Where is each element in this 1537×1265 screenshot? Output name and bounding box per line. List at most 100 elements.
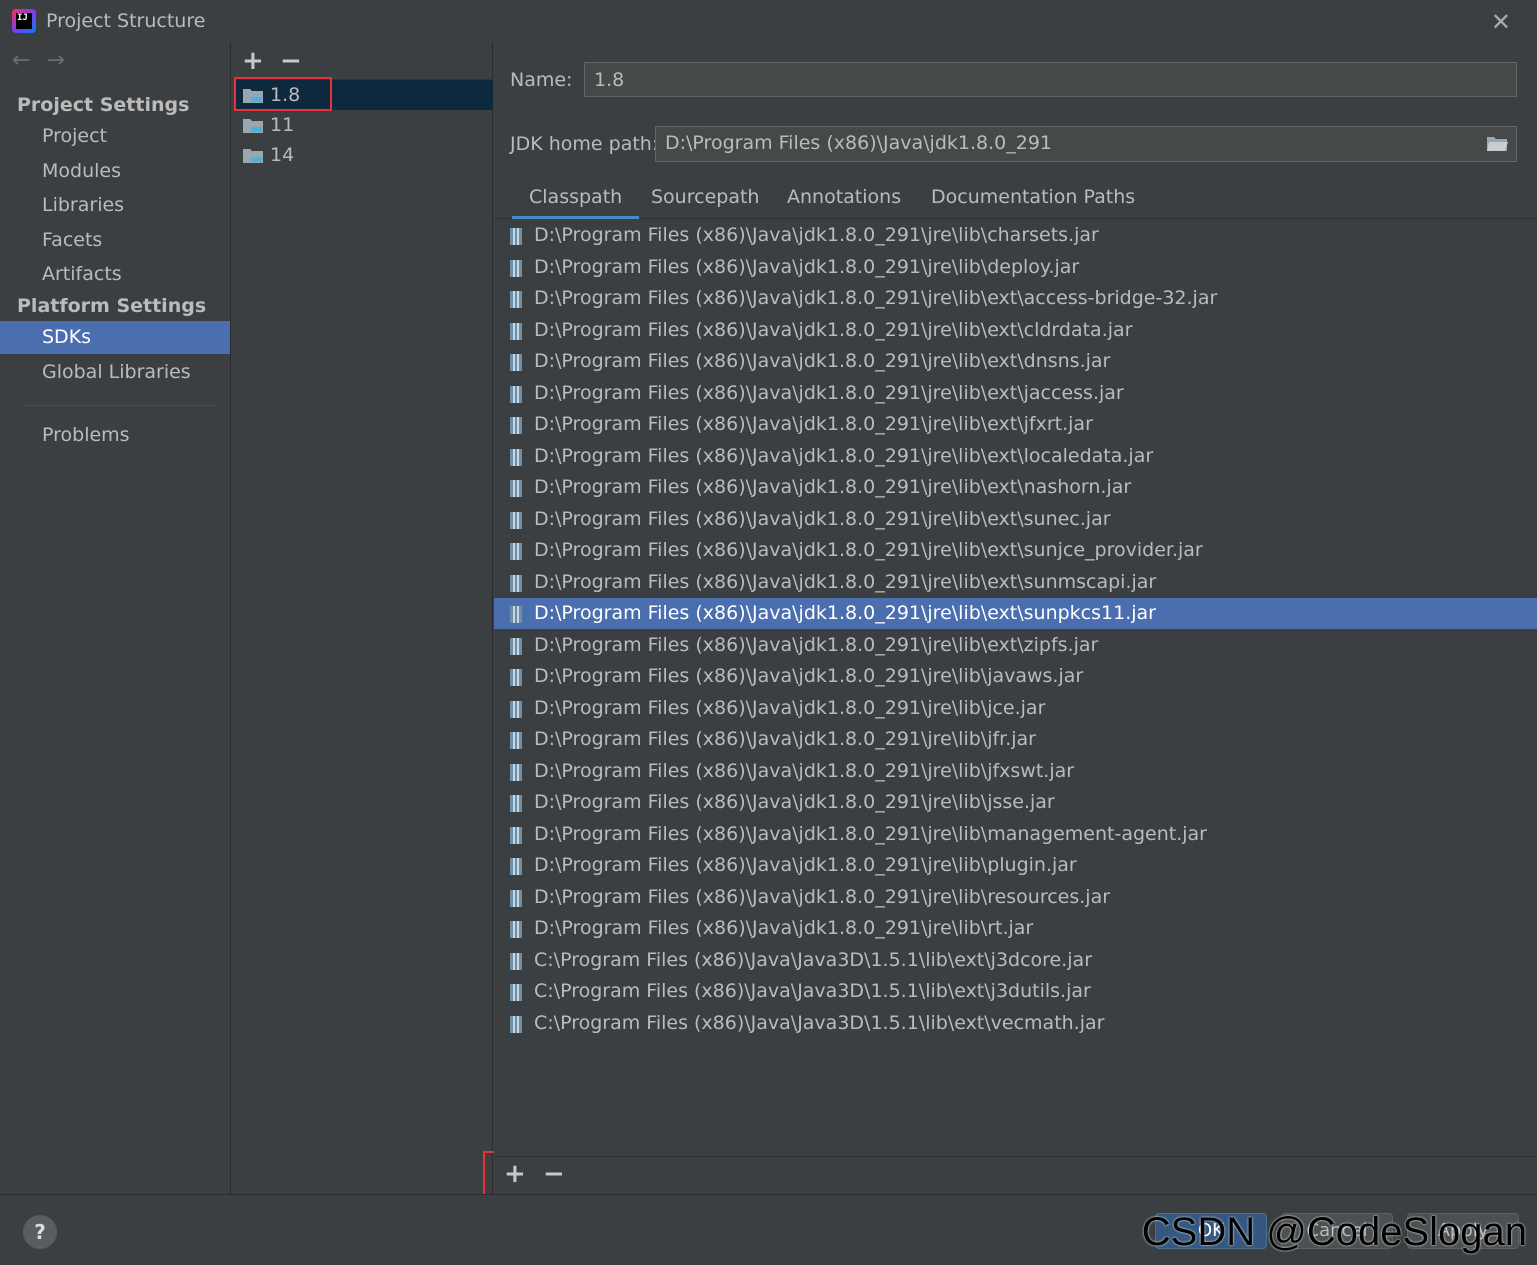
sdk-item-label: 11 — [270, 114, 295, 136]
jar-file-icon — [510, 417, 522, 434]
classpath-row[interactable]: D:\Program Files (x86)\Java\jdk1.8.0_291… — [494, 409, 1537, 440]
sidebar-item-sdks[interactable]: SDKs — [0, 321, 230, 354]
jar-file-icon — [510, 386, 522, 403]
forward-arrow-icon[interactable]: → — [46, 48, 64, 73]
sidebar-item-problems[interactable]: Problems — [0, 419, 230, 452]
sidebar-item-libraries[interactable]: Libraries — [0, 189, 230, 222]
classpath-row[interactable]: D:\Program Files (x86)\Java\jdk1.8.0_291… — [494, 252, 1537, 283]
tab-documentation-paths[interactable]: Documentation Paths — [914, 186, 1152, 219]
jar-file-icon — [510, 480, 522, 497]
tab-sourcepath[interactable]: Sourcepath — [634, 186, 776, 219]
jar-file-icon — [510, 701, 522, 718]
classpath-row[interactable]: D:\Program Files (x86)\Java\jdk1.8.0_291… — [494, 819, 1537, 850]
classpath-row[interactable]: D:\Program Files (x86)\Java\jdk1.8.0_291… — [494, 567, 1537, 598]
jar-file-icon — [510, 921, 522, 938]
tab-classpath[interactable]: Classpath — [512, 186, 640, 219]
jar-file-icon — [510, 638, 522, 655]
sidebar-item-modules[interactable]: Modules — [0, 155, 230, 188]
classpath-path: C:\Program Files (x86)\Java\Java3D\1.5.1… — [534, 949, 1093, 971]
apply-button[interactable]: Apply — [1407, 1213, 1519, 1249]
classpath-path: D:\Program Files (x86)\Java\jdk1.8.0_291… — [534, 539, 1203, 561]
classpath-row[interactable]: D:\Program Files (x86)\Java\jdk1.8.0_291… — [494, 693, 1537, 724]
jar-file-icon — [510, 669, 522, 686]
classpath-row[interactable]: D:\Program Files (x86)\Java\jdk1.8.0_291… — [494, 346, 1537, 377]
classpath-path: D:\Program Files (x86)\Java\jdk1.8.0_291… — [534, 917, 1034, 939]
sdk-details-panel: Name: JDK home path: D:\Program Files (x… — [494, 42, 1537, 1194]
classpath-path: D:\Program Files (x86)\Java\jdk1.8.0_291… — [534, 319, 1133, 341]
jar-file-icon — [510, 1016, 522, 1033]
back-arrow-icon[interactable]: ← — [12, 48, 30, 73]
jar-file-icon — [510, 890, 522, 907]
classpath-row[interactable]: D:\Program Files (x86)\Java\jdk1.8.0_291… — [494, 504, 1537, 535]
sidebar-item-global-libraries[interactable]: Global Libraries — [0, 356, 230, 389]
jar-file-icon — [510, 291, 522, 308]
jar-file-icon — [510, 449, 522, 466]
jar-file-icon — [510, 354, 522, 371]
classpath-row[interactable]: D:\Program Files (x86)\Java\jdk1.8.0_291… — [494, 283, 1537, 314]
sdk-toolbar: + − — [232, 42, 493, 80]
jar-file-icon — [510, 827, 522, 844]
classpath-row[interactable]: D:\Program Files (x86)\Java\jdk1.8.0_291… — [494, 378, 1537, 409]
sdk-item[interactable]: 14 — [234, 140, 493, 170]
sidebar-item-artifacts[interactable]: Artifacts — [0, 258, 230, 291]
classpath-row[interactable]: D:\Program Files (x86)\Java\jdk1.8.0_291… — [494, 882, 1537, 913]
classpath-list[interactable]: D:\Program Files (x86)\Java\jdk1.8.0_291… — [494, 220, 1537, 1158]
jar-file-icon — [510, 228, 522, 245]
classpath-row[interactable]: D:\Program Files (x86)\Java\jdk1.8.0_291… — [494, 724, 1537, 755]
cancel-button[interactable]: Cancel — [1281, 1213, 1393, 1249]
folder-browse-icon[interactable] — [1486, 134, 1508, 152]
sidebar-divider — [22, 405, 217, 406]
sidebar-item-project[interactable]: Project — [0, 120, 230, 153]
classpath-row[interactable]: D:\Program Files (x86)\Java\jdk1.8.0_291… — [494, 441, 1537, 472]
platform-settings-header: Platform Settings — [17, 295, 207, 317]
tab-annotations[interactable]: Annotations — [770, 186, 918, 219]
dialog-footer: ? OK Cancel Apply CSDN @CodeSlogan — [0, 1194, 1537, 1265]
jar-file-icon — [510, 606, 522, 623]
sdk-item[interactable]: 11 — [234, 110, 493, 140]
classpath-row[interactable]: C:\Program Files (x86)\Java\Java3D\1.5.1… — [494, 1008, 1537, 1039]
classpath-row[interactable]: D:\Program Files (x86)\Java\jdk1.8.0_291… — [494, 787, 1537, 818]
classpath-row[interactable]: D:\Program Files (x86)\Java\jdk1.8.0_291… — [494, 598, 1537, 629]
help-button[interactable]: ? — [23, 1215, 57, 1249]
jar-file-icon — [510, 732, 522, 749]
classpath-row[interactable]: D:\Program Files (x86)\Java\jdk1.8.0_291… — [494, 661, 1537, 692]
jar-file-icon — [510, 764, 522, 781]
sdk-list-panel: + − 1.8 11 14 — [232, 42, 493, 1194]
classpath-row[interactable]: D:\Program Files (x86)\Java\jdk1.8.0_291… — [494, 913, 1537, 944]
remove-sdk-button[interactable]: − — [280, 46, 302, 76]
classpath-row[interactable]: D:\Program Files (x86)\Java\jdk1.8.0_291… — [494, 472, 1537, 503]
sdk-item[interactable]: 1.8 — [234, 80, 493, 110]
sdk-item-label: 14 — [270, 144, 295, 166]
classpath-path: D:\Program Files (x86)\Java\jdk1.8.0_291… — [534, 287, 1218, 309]
project-settings-header: Project Settings — [17, 94, 190, 116]
classpath-row[interactable]: D:\Program Files (x86)\Java\jdk1.8.0_291… — [494, 850, 1537, 881]
sidebar-item-facets[interactable]: Facets — [0, 224, 230, 257]
classpath-path: D:\Program Files (x86)\Java\jdk1.8.0_291… — [534, 445, 1154, 467]
jar-file-icon — [510, 795, 522, 812]
classpath-row[interactable]: C:\Program Files (x86)\Java\Java3D\1.5.1… — [494, 945, 1537, 976]
add-sdk-button[interactable]: + — [242, 46, 264, 76]
classpath-row[interactable]: C:\Program Files (x86)\Java\Java3D\1.5.1… — [494, 976, 1537, 1007]
add-classpath-button[interactable]: + — [504, 1159, 526, 1189]
classpath-row[interactable]: D:\Program Files (x86)\Java\jdk1.8.0_291… — [494, 535, 1537, 566]
close-icon[interactable]: ✕ — [1491, 8, 1511, 36]
nav-arrows: ← → — [12, 48, 81, 73]
jar-file-icon — [510, 543, 522, 560]
classpath-path: D:\Program Files (x86)\Java\jdk1.8.0_291… — [534, 571, 1157, 593]
jdk-home-field[interactable]: D:\Program Files (x86)\Java\jdk1.8.0_291 — [655, 126, 1517, 162]
classpath-path: C:\Program Files (x86)\Java\Java3D\1.5.1… — [534, 980, 1091, 1002]
classpath-path: D:\Program Files (x86)\Java\jdk1.8.0_291… — [534, 760, 1075, 782]
classpath-row[interactable]: D:\Program Files (x86)\Java\jdk1.8.0_291… — [494, 756, 1537, 787]
classpath-row[interactable]: D:\Program Files (x86)\Java\jdk1.8.0_291… — [494, 315, 1537, 346]
classpath-path: D:\Program Files (x86)\Java\jdk1.8.0_291… — [534, 508, 1111, 530]
classpath-row[interactable]: D:\Program Files (x86)\Java\jdk1.8.0_291… — [494, 630, 1537, 661]
remove-classpath-button[interactable]: − — [543, 1159, 565, 1189]
classpath-path: D:\Program Files (x86)\Java\jdk1.8.0_291… — [534, 350, 1111, 372]
classpath-path: D:\Program Files (x86)\Java\jdk1.8.0_291… — [534, 665, 1084, 687]
jar-file-icon — [510, 323, 522, 340]
name-input[interactable] — [584, 62, 1517, 97]
classpath-row[interactable]: D:\Program Files (x86)\Java\jdk1.8.0_291… — [494, 220, 1537, 251]
classpath-path: D:\Program Files (x86)\Java\jdk1.8.0_291… — [534, 634, 1099, 656]
ok-button[interactable]: OK — [1155, 1213, 1267, 1249]
classpath-path: D:\Program Files (x86)\Java\jdk1.8.0_291… — [534, 854, 1077, 876]
